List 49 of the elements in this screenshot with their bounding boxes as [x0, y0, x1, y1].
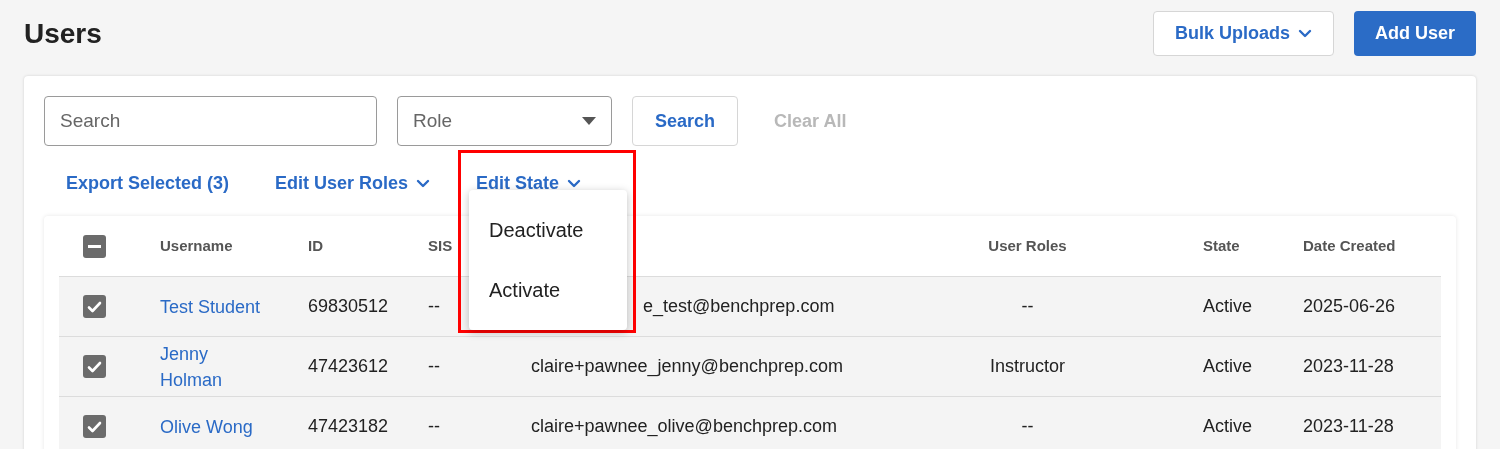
username-link[interactable]: Jenny Holman — [160, 340, 270, 393]
table-cell-text: Active — [1202, 415, 1254, 438]
export-link[interactable]: Export Selected (3) — [66, 169, 230, 197]
page-title: Users — [24, 16, 102, 51]
menu-item[interactable]: Activate — [469, 260, 627, 320]
table-cell-text: -- — [428, 415, 441, 438]
table-cell-text: 2023-11-28 — [1303, 415, 1395, 438]
column-header: Username — [160, 235, 234, 256]
bulk-uploads-button[interactable]: Bulk Uploads — [1152, 11, 1334, 56]
table-cell-text: e_test@benchprep.com — [642, 295, 836, 319]
column-header: SIS — [428, 235, 454, 256]
caret-icon — [582, 117, 596, 125]
table-cell-text: 69830512 — [308, 295, 390, 318]
column-header: Date Created — [1303, 235, 1397, 256]
table-cell-text: claire+pawnee_jenny@benchprep.com — [531, 355, 844, 379]
table-cell-text: Instructor — [990, 355, 1065, 378]
table-cell-text: 47423182 — [308, 415, 390, 438]
menu-item[interactable]: Deactivate — [469, 200, 627, 260]
checkmark-icon — [87, 420, 102, 433]
chevron-down-icon — [567, 178, 582, 188]
table-cell-text: -- — [1021, 295, 1034, 318]
checkbox[interactable] — [83, 295, 106, 318]
checkbox[interactable] — [83, 355, 106, 378]
username-link[interactable]: Olive Wong — [160, 413, 270, 440]
checkbox[interactable] — [83, 415, 106, 438]
table-cell-text: 2025-06-26 — [1303, 295, 1397, 318]
table-cell-text: 47423612 — [308, 355, 390, 378]
checkmark-icon — [87, 300, 102, 313]
table-cell-text: Active — [1202, 295, 1254, 318]
table-cell-text: Active — [1202, 355, 1254, 378]
checkbox[interactable] — [83, 234, 106, 258]
chevron-down-icon — [416, 178, 431, 188]
search-button[interactable]: Search — [632, 96, 739, 146]
add-user-button[interactable]: Add User — [1354, 11, 1476, 56]
username-link[interactable]: Test Student — [160, 293, 270, 320]
column-header: ID — [308, 235, 324, 256]
table-cell-text: -- — [428, 295, 441, 318]
search-field[interactable]: Search — [44, 96, 377, 146]
table-cell-text: -- — [1021, 415, 1034, 438]
chevron-down-icon — [1298, 29, 1312, 38]
table-cell-text: 2023-11-28 — [1303, 355, 1395, 378]
role-select[interactable]: Role — [397, 96, 612, 146]
table-cell-text: claire+pawnee_olive@benchprep.com — [531, 415, 838, 439]
dropdown-link[interactable]: Edit User Roles — [275, 169, 431, 197]
column-header: State — [1202, 235, 1241, 256]
table-cell-text: -- — [428, 355, 441, 378]
dropdown-link[interactable]: Edit State — [476, 169, 582, 197]
column-header: User Roles — [988, 235, 1067, 256]
checkmark-icon — [87, 360, 102, 373]
